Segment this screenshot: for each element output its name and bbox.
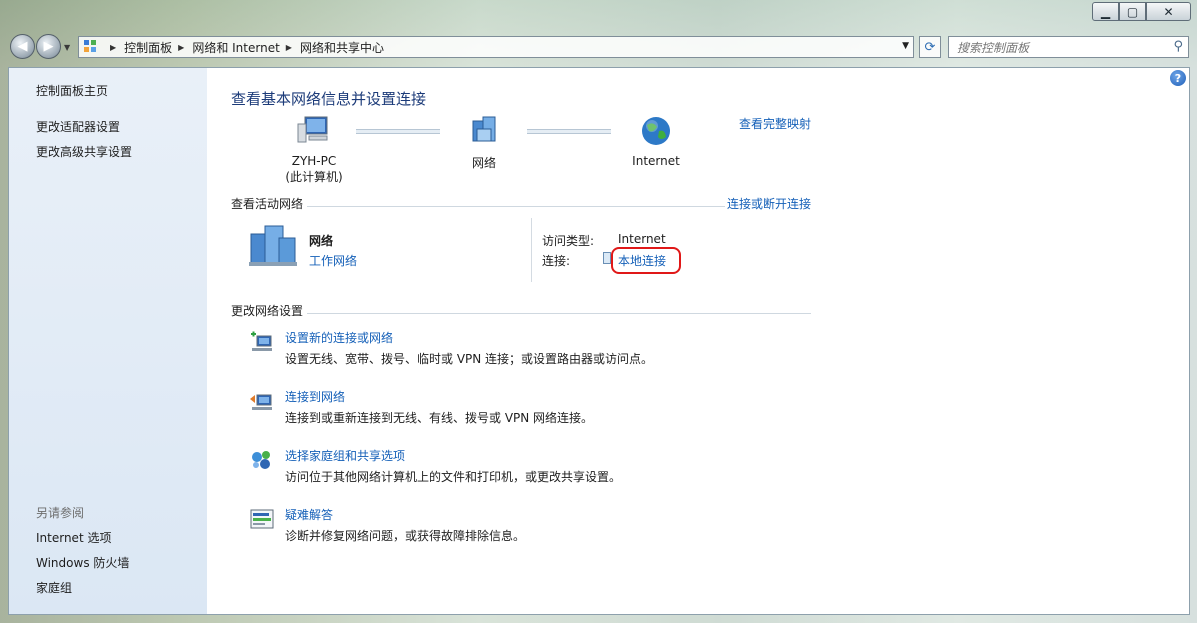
connection-label: 连接: [542,254,571,268]
troubleshoot-icon [250,509,274,529]
breadcrumb-separator-icon: ▶ [110,42,117,52]
sidebar-item-change-adapter-settings[interactable]: 更改适配器设置 [36,118,120,135]
task-description: 诊断并修复网络问题，或获得故障排除信息。 [285,529,526,543]
address-dropdown-icon[interactable]: ▼ [902,41,909,51]
breadcrumb-control-panel[interactable]: 控制面板 [124,39,172,56]
breadcrumb-network-sharing-center[interactable]: 网络和共享中心 [300,39,384,56]
connect-disconnect-link[interactable]: 连接或断开连接 [727,195,811,212]
task-description: 连接到或重新连接到无线、有线、拨号或 VPN 网络连接。 [285,411,594,425]
sidebar-item-control-panel-home[interactable]: 控制面板主页 [36,82,108,99]
map-network-node[interactable]: 网络 [459,115,509,171]
troubleshoot-link[interactable]: 疑难解答 [285,506,333,523]
breadcrumb-network-internet[interactable]: 网络和 Internet [192,39,279,56]
active-network-name: 网络 [309,234,334,248]
page-title: 查看基本网络信息并设置连接 [231,90,427,108]
window-frame: ▁ ▢ ✕ ◀ ▶ ▼ ▶ 控制面板 ▶ 网络和 Internet ▶ 网络和共… [0,0,1197,623]
network-type-link[interactable]: 工作网络 [309,252,357,269]
computer-name: ZYH-PC [291,154,337,168]
refresh-icon[interactable]: ⟳ [919,36,941,58]
address-bar[interactable]: ▶ 控制面板 ▶ 网络和 Internet ▶ 网络和共享中心 ▼ [78,36,914,58]
view-full-map-link[interactable]: 查看完整映射 [739,115,811,132]
new-connection-icon [251,331,272,351]
window-controls: ▁ ▢ ✕ [1092,2,1191,21]
sidebar-item-internet-options[interactable]: Internet 选项 [36,529,111,546]
search-input[interactable] [955,38,1159,58]
maximize-button[interactable]: ▢ [1119,2,1146,21]
section-rule [307,313,811,314]
globe-icon [642,117,670,145]
map-internet-node[interactable]: Internet [626,115,686,168]
navigation-bar: ◀ ▶ ▼ ▶ 控制面板 ▶ 网络和 Internet ▶ 网络和共享中心 ▼ … [8,34,1189,60]
control-panel-icon [84,40,98,54]
task-description: 设置无线、宽带、拨号、临时或 VPN 连接；或设置路由器或访问点。 [285,352,654,366]
help-icon[interactable]: ? [1170,70,1186,86]
homegroup-icon [252,451,270,469]
content-pane: 控制面板主页 更改适配器设置 更改高级共享设置 另请参阅 Internet 选项… [8,67,1190,615]
forward-arrow-icon[interactable]: ▶ [36,34,61,59]
sidebar: 控制面板主页 更改适配器设置 更改高级共享设置 另请参阅 Internet 选项… [9,68,207,614]
homegroup-sharing-link[interactable]: 选择家庭组和共享选项 [285,447,405,464]
setup-new-connection-link[interactable]: 设置新的连接或网络 [285,329,393,346]
connect-to-network-link[interactable]: 连接到网络 [285,388,345,405]
map-connector [356,129,440,134]
section-rule [307,206,725,207]
back-arrow-icon[interactable]: ◀ [10,34,35,59]
access-type-value: Internet [618,232,666,246]
change-settings-heading: 更改网络设置 [231,304,304,318]
vertical-divider [531,218,532,282]
map-connector [527,129,611,134]
computer-sub-label: (此计算机) [285,170,343,184]
task-description: 访问位于其他网络计算机上的文件和打印机，或更改共享设置。 [285,470,622,484]
network-label: 网络 [471,156,496,170]
close-button[interactable]: ✕ [1146,2,1191,21]
highlight-annotation [611,247,681,274]
local-connection-icon [603,252,611,264]
connect-network-icon [250,394,272,410]
see-also-heading: 另请参阅 [36,506,85,520]
sidebar-item-change-advanced-sharing[interactable]: 更改高级共享设置 [36,143,132,160]
breadcrumb-separator-icon: ▶ [285,42,292,52]
search-icon[interactable]: ⚲ [1173,39,1183,54]
recent-pages-dropdown-icon[interactable]: ▼ [64,43,70,52]
active-networks-heading: 查看活动网络 [231,197,304,211]
breadcrumb-separator-icon: ▶ [178,42,185,52]
internet-label: Internet [632,154,680,168]
network-icon [472,116,496,142]
minimize-button[interactable]: ▁ [1092,2,1119,21]
search-box[interactable]: ⚲ [948,36,1189,58]
computer-icon [297,116,328,143]
access-type-label: 访问类型: [542,234,595,248]
sidebar-item-homegroup[interactable]: 家庭组 [36,579,72,596]
building-network-icon [249,225,297,266]
sidebar-item-windows-firewall[interactable]: Windows 防火墙 [36,554,129,571]
map-computer-node[interactable]: ZYH-PC (此计算机) [279,115,349,185]
main-panel: 查看基本网络信息并设置连接 查看完整映射 ZYH-PC (此计算机) 网络 In… [231,68,821,614]
